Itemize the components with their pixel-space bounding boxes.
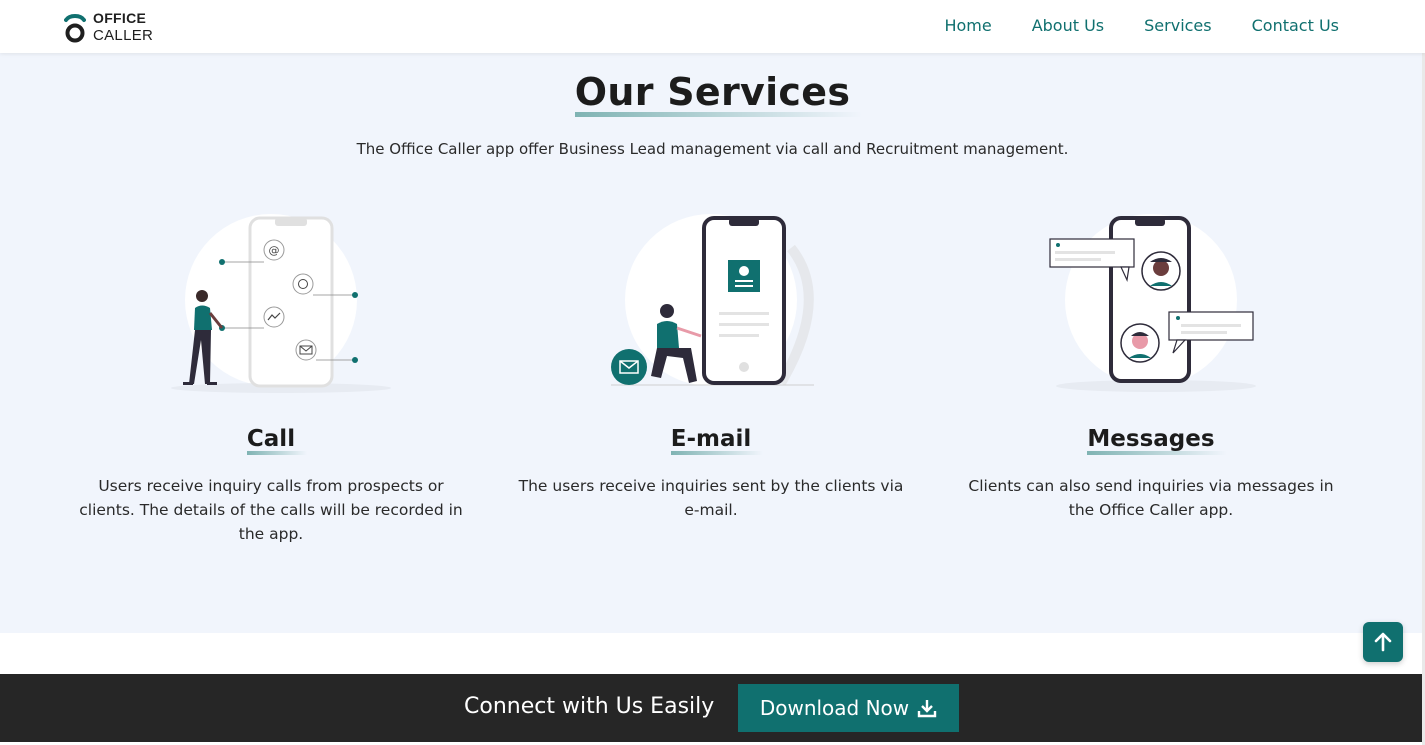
service-card-email: E-mail The users receive inquiries sent … [511, 208, 911, 522]
logo-line-2: CALLER [93, 27, 154, 44]
cta-bar: Connect with Us Easily Download Now [0, 674, 1425, 742]
cta-text: Connect with Us Easily [464, 694, 715, 719]
nav-about-us[interactable]: About Us [1032, 16, 1104, 35]
service-text-messages: Clients can also send inquiries via mess… [968, 477, 1334, 519]
back-to-top-button[interactable] [1363, 622, 1403, 662]
chat-phone-illustration [951, 208, 1351, 408]
service-text-call: Users receive inquiry calls from prospec… [79, 477, 463, 543]
section-title: Our Services [574, 70, 862, 117]
service-card-call: @ Call Users receive inquiry calls from … [71, 208, 471, 546]
service-card-messages: Messages Clients can also send inquiries… [951, 208, 1351, 522]
service-title-messages: Messages [1087, 426, 1227, 455]
service-title-email: E-mail [670, 426, 763, 455]
nav-contact-us[interactable]: Contact Us [1252, 16, 1339, 35]
service-title-call: Call [246, 426, 308, 455]
logo-line-1: OFFICE [93, 10, 147, 26]
services-section: Our Services The Office Caller app offer… [0, 53, 1425, 633]
logo-icon [64, 11, 86, 43]
nav-services[interactable]: Services [1144, 16, 1211, 35]
download-now-label: Download Now [759, 696, 910, 720]
main-nav: Home About Us Services Contact Us [944, 16, 1339, 35]
section-subtitle: The Office Caller app offer Business Lea… [356, 140, 1069, 158]
download-icon [917, 700, 937, 718]
email-phone-illustration [511, 208, 911, 408]
download-now-button[interactable]: Download Now [738, 684, 959, 732]
site-header: OFFICE CALLER Home About Us Services Con… [0, 0, 1425, 53]
arrow-up-icon [1374, 632, 1392, 652]
nav-home[interactable]: Home [944, 16, 991, 35]
phone-contacts-illustration: @ [71, 208, 471, 408]
service-text-email: The users receive inquiries sent by the … [518, 477, 904, 519]
logo[interactable]: OFFICE CALLER [64, 10, 153, 44]
svg-text:@: @ [269, 244, 280, 257]
